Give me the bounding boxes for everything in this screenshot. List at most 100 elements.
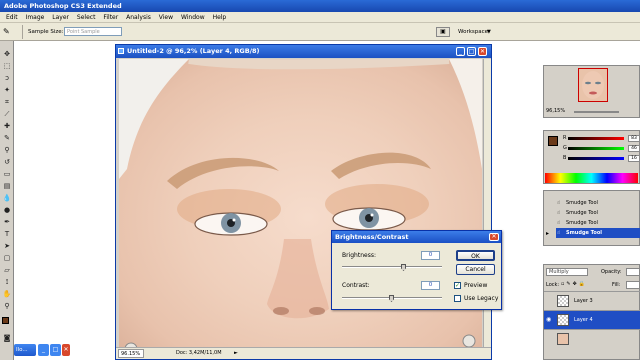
menu-layer[interactable]: Layer xyxy=(52,12,69,23)
app-title-bar: Adobe Photoshop CS3 Extended xyxy=(0,0,640,12)
eyebrow-right xyxy=(331,152,431,179)
menu-analysis[interactable]: Analysis xyxy=(126,12,151,23)
layer-row[interactable]: Layer 3 xyxy=(544,291,640,310)
navigator-zoom[interactable]: 96,15% xyxy=(546,108,565,114)
taskbar-restore-icon[interactable]: □ xyxy=(50,344,61,356)
channel-b-slider[interactable] xyxy=(568,157,624,160)
zoom-tool-icon[interactable]: ⚲ xyxy=(2,301,12,311)
document-status-bar: 96.15% Doc: 3,42M/11,0M ► xyxy=(116,347,491,359)
layer-thumbnail xyxy=(557,314,569,326)
fill-label: Fill: xyxy=(612,282,621,288)
dialog-title: Brightness/Contrast xyxy=(335,233,409,241)
history-item[interactable]: Smudge Tool xyxy=(556,208,640,218)
history-state-marker-icon[interactable]: ▸ xyxy=(546,230,549,237)
palette-well-icon[interactable]: ▣ xyxy=(436,27,450,37)
taskbar-minimize-icon[interactable]: _ xyxy=(38,344,49,356)
opacity-field[interactable] xyxy=(626,268,640,276)
foreground-color-swatch[interactable] xyxy=(548,136,558,146)
dialog-title-bar[interactable]: Brightness/Contrast xyxy=(332,231,501,243)
contrast-label: Contrast: xyxy=(342,282,370,289)
history-brush-tool-icon[interactable]: ↺ xyxy=(2,157,12,167)
history-item-active[interactable]: Smudge Tool xyxy=(556,228,640,238)
color-panel: R 83 G 46 B 16 xyxy=(543,130,640,184)
status-menu-icon[interactable]: ► xyxy=(234,348,238,359)
notes-tool-icon[interactable]: ▱ xyxy=(2,265,12,275)
doc-size-info[interactable]: Doc: 3,42M/11,0M xyxy=(176,348,222,359)
workspace-dropdown-icon[interactable]: ▼ xyxy=(487,23,491,41)
lasso-tool-icon[interactable]: ↄ xyxy=(2,73,12,83)
minimize-button[interactable]: _ xyxy=(456,47,465,56)
brightness-slider-track[interactable] xyxy=(342,266,442,268)
navigator-thumbnail[interactable] xyxy=(578,68,608,102)
maximize-button[interactable]: □ xyxy=(467,47,476,56)
menu-help[interactable]: Help xyxy=(213,12,227,23)
navigator-zoom-slider[interactable] xyxy=(574,111,619,113)
preview-checkbox[interactable]: ✓ xyxy=(454,282,461,289)
clone-stamp-tool-icon[interactable]: ⚲ xyxy=(2,145,12,155)
document-title-bar[interactable]: Untitled-2 @ 96,2% (Layer 4, RGB/8) xyxy=(116,45,491,58)
history-panel: Smudge Tool Smudge Tool Smudge Tool Smud… xyxy=(543,190,640,246)
use-legacy-label: Use Legacy xyxy=(464,295,499,302)
channel-g-value[interactable]: 46 xyxy=(628,145,640,152)
lock-icons[interactable]: ▫✎✥🔒 xyxy=(561,281,587,287)
contrast-field[interactable]: 0 xyxy=(421,281,440,290)
layer-row-active[interactable]: ◉ Layer 4 xyxy=(544,310,640,329)
brightness-field[interactable]: 0 xyxy=(421,251,440,260)
blend-mode-select[interactable]: Multiply xyxy=(546,268,588,276)
menu-window[interactable]: Window xyxy=(181,12,205,23)
channel-b-value[interactable]: 16 xyxy=(628,155,640,162)
hand-tool-icon[interactable]: ✋ xyxy=(2,289,12,299)
contrast-slider-thumb[interactable] xyxy=(389,295,394,302)
fill-field[interactable] xyxy=(626,281,640,289)
menu-filter[interactable]: Filter xyxy=(103,12,118,23)
path-selection-tool-icon[interactable]: ➤ xyxy=(2,241,12,251)
marquee-tool-icon[interactable]: ⬚ xyxy=(2,61,12,71)
type-tool-icon[interactable]: T xyxy=(2,229,12,239)
menu-select[interactable]: Select xyxy=(77,12,96,23)
ps-document-icon xyxy=(118,48,124,54)
dodge-tool-icon[interactable]: ● xyxy=(2,205,12,215)
menu-image[interactable]: Image xyxy=(26,12,45,23)
shape-tool-icon[interactable]: ▢ xyxy=(2,253,12,263)
brightness-label: Brightness: xyxy=(342,252,376,259)
eyedropper-icon[interactable]: ✎ xyxy=(3,23,10,41)
eraser-tool-icon[interactable]: ▭ xyxy=(2,169,12,179)
taskbar-button[interactable]: Ilo... xyxy=(14,344,36,356)
magic-wand-tool-icon[interactable]: ✦ xyxy=(2,85,12,95)
use-legacy-checkbox[interactable] xyxy=(454,295,461,302)
sample-size-select[interactable]: Point Sample xyxy=(64,27,122,36)
color-ramp[interactable] xyxy=(545,173,638,183)
smudge-icon: ☝ xyxy=(557,220,561,226)
ok-button[interactable]: OK xyxy=(456,250,495,261)
slice-tool-icon[interactable]: ⟋ xyxy=(2,109,12,119)
zoom-level-field[interactable]: 96.15% xyxy=(118,349,144,358)
taskbar-close-icon[interactable]: ✕ xyxy=(62,344,70,356)
channel-g-slider[interactable] xyxy=(568,147,624,150)
channel-r-label: R xyxy=(563,135,567,141)
history-item[interactable]: Smudge Tool xyxy=(556,218,640,228)
channel-r-value[interactable]: 83 xyxy=(628,135,640,142)
workspace-label[interactable]: Workspace xyxy=(458,23,488,41)
lock-label: Lock: xyxy=(546,282,560,288)
blur-tool-icon[interactable]: 💧 xyxy=(2,193,12,203)
brush-tool-icon[interactable]: ✎ xyxy=(2,133,12,143)
healing-brush-tool-icon[interactable]: ✚ xyxy=(2,121,12,131)
layer-row[interactable] xyxy=(544,329,640,348)
dialog-close-button[interactable]: ✕ xyxy=(489,233,499,241)
menu-view[interactable]: View xyxy=(159,12,173,23)
menu-edit[interactable]: Edit xyxy=(6,12,18,23)
cancel-button[interactable]: Cancel xyxy=(456,264,495,275)
brightness-slider-thumb[interactable] xyxy=(401,264,406,271)
foreground-color-swatch[interactable] xyxy=(2,317,9,324)
move-tool-icon[interactable]: ✥ xyxy=(2,49,12,59)
document-title: Untitled-2 @ 96,2% (Layer 4, RGB/8) xyxy=(127,47,260,55)
crop-tool-icon[interactable]: ⌗ xyxy=(2,97,12,107)
pen-tool-icon[interactable]: ✒ xyxy=(2,217,12,227)
close-button[interactable]: ✕ xyxy=(478,47,487,56)
quick-mask-icon[interactable]: ◙ xyxy=(2,333,12,343)
history-item[interactable]: Smudge Tool xyxy=(556,198,640,208)
gradient-tool-icon[interactable]: ▤ xyxy=(2,181,12,191)
eyedropper-tool-icon[interactable]: ⟟ xyxy=(2,277,12,287)
channel-r-slider[interactable] xyxy=(568,137,624,140)
eye-icon[interactable]: ◉ xyxy=(546,316,555,324)
